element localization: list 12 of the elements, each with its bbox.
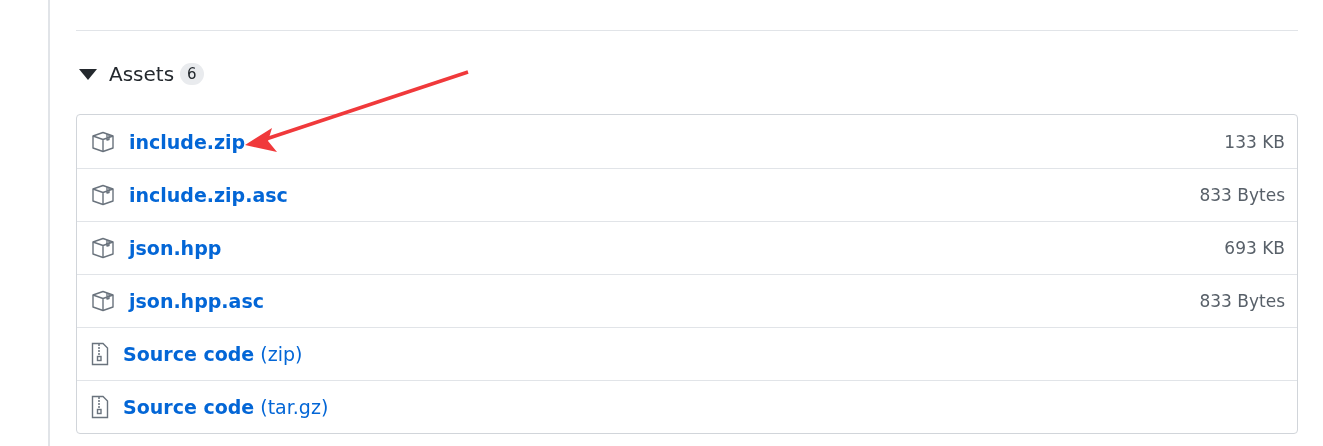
asset-link[interactable]: include.zip.asc [129,184,288,206]
source-code-link[interactable]: Source code (tar.gz) [123,396,329,418]
asset-link[interactable]: json.hpp.asc [129,290,264,312]
file-size: 833 Bytes [1199,291,1285,311]
asset-link[interactable]: json.hpp [129,237,222,259]
source-code-link[interactable]: Source code (zip) [123,343,303,365]
asset-count: 6 [180,63,204,85]
file-size: 693 KB [1224,238,1285,258]
file-size: 133 KB [1224,131,1285,152]
section-title: Assets [109,62,175,86]
file-size: 833 Bytes [1199,185,1285,205]
asset-link[interactable]: include.zip [129,130,246,153]
